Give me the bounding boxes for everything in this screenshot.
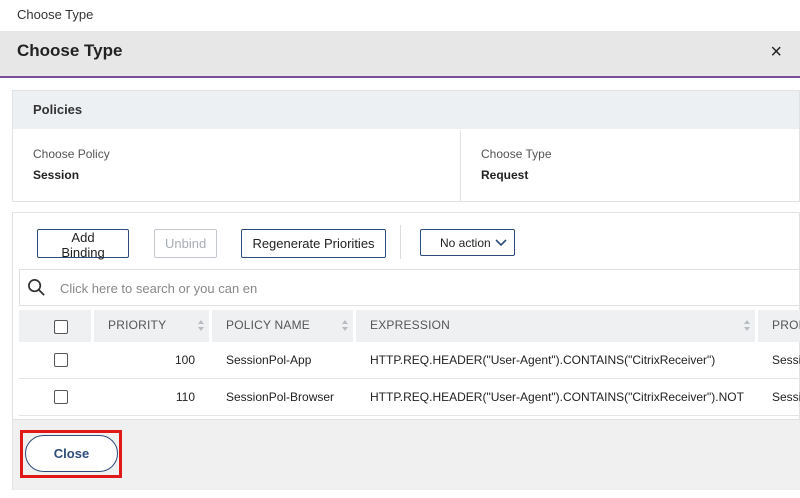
action-select-value: No action [440, 236, 491, 250]
expression-cell: HTTP.REQ.HEADER("User-Agent").CONTAINS("… [370, 390, 744, 404]
sort-icon [198, 320, 204, 331]
regenerate-priorities-button[interactable]: Regenerate Priorities [241, 229, 386, 258]
dialog-header: Choose Type × [0, 31, 800, 78]
priority-cell: 100 [174, 353, 195, 367]
select-all-checkbox[interactable] [54, 320, 68, 334]
policies-panel: Policies Choose Policy Session Choose Ty… [12, 90, 800, 202]
expression-cell: HTTP.REQ.HEADER("User-Agent").CONTAINS("… [370, 353, 716, 367]
sort-icon [744, 320, 750, 331]
policy-name-cell: SessionPol-App [226, 353, 312, 367]
dialog-footer: Close [13, 419, 800, 490]
table-row[interactable]: 110 SessionPol-Browser HTTP.REQ.HEADER("… [19, 379, 800, 416]
close-button[interactable]: Close [25, 435, 118, 472]
toolbar-divider [400, 225, 401, 259]
column-header-expression[interactable]: EXPRESSION [356, 310, 755, 342]
unbind-button[interactable]: Unbind [154, 229, 217, 258]
row-checkbox[interactable] [54, 353, 68, 367]
choose-policy-field: Choose Policy Session [13, 130, 461, 202]
close-icon[interactable]: × [770, 42, 782, 62]
bindings-grid: Add Binding Unbind Regenerate Priorities… [12, 212, 800, 490]
choose-policy-value: Session [33, 168, 80, 182]
table-header: PRIORITY POLICY NAME EXPRESSION PROF [19, 310, 800, 342]
choose-type-label: Choose Type [481, 147, 552, 161]
add-binding-button[interactable]: Add Binding [37, 229, 129, 260]
choose-type-field: Choose Type Request [461, 130, 800, 202]
table-row[interactable]: 100 SessionPol-App HTTP.REQ.HEADER("User… [19, 342, 800, 379]
close-button-highlight: Close [20, 430, 122, 478]
column-header-priority[interactable]: PRIORITY [94, 310, 209, 342]
profile-cell: Sessi [772, 390, 800, 404]
chevron-down-icon [495, 239, 507, 247]
search-bar [19, 269, 800, 306]
policies-section-title: Policies [13, 91, 799, 129]
choose-policy-label: Choose Policy [33, 147, 110, 161]
row-checkbox[interactable] [54, 390, 68, 404]
choose-type-value: Request [481, 168, 529, 182]
breadcrumb: Choose Type [17, 7, 94, 22]
toolbar: Add Binding Unbind Regenerate Priorities… [13, 213, 800, 269]
policy-name-cell: SessionPol-Browser [226, 390, 335, 404]
profile-cell: Sessi [772, 353, 800, 367]
priority-cell: 110 [175, 390, 195, 404]
search-input[interactable] [60, 278, 270, 298]
search-icon [28, 279, 45, 296]
action-select[interactable]: No action [420, 229, 515, 256]
column-header-policy-name[interactable]: POLICY NAME [212, 310, 353, 342]
sort-icon [342, 320, 348, 331]
page-title: Choose Type [17, 41, 123, 60]
column-header-profile[interactable]: PROF [758, 310, 800, 342]
select-all-cell [19, 310, 91, 342]
